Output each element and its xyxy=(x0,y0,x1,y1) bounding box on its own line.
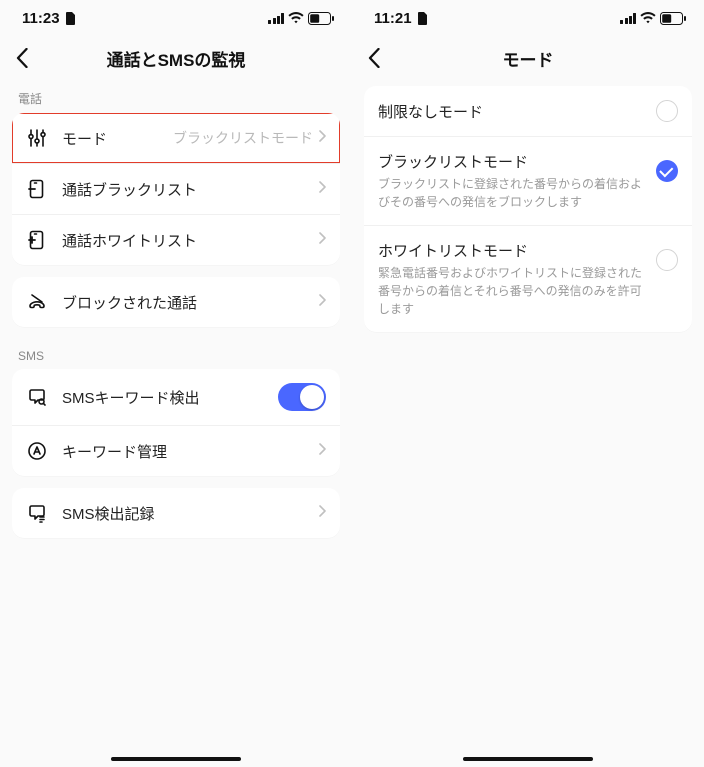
chevron-left-icon xyxy=(368,48,380,68)
home-indicator[interactable] xyxy=(463,757,593,761)
chevron-right-icon xyxy=(319,129,326,147)
chat-search-icon xyxy=(26,386,48,408)
battery-icon xyxy=(660,12,686,25)
content-area: 制限なしモード ブラックリストモード ブラックリストに登録された番号からの着信お… xyxy=(352,80,704,767)
chat-list-icon xyxy=(26,502,48,524)
sms-log-card: SMS検出記録 xyxy=(12,488,340,538)
back-button[interactable] xyxy=(352,36,396,80)
sms-settings-card: SMSキーワード検出 キーワード管理 xyxy=(12,369,340,476)
row-label: ブロックされた通話 xyxy=(62,292,319,313)
row-label: モード xyxy=(62,128,173,149)
back-button[interactable] xyxy=(0,36,44,80)
option-title: ホワイトリストモード xyxy=(378,240,646,261)
cellular-icon xyxy=(268,13,284,24)
option-whitelist[interactable]: ホワイトリストモード 緊急電話番号およびホワイトリストに登録された番号からの着信… xyxy=(364,225,692,332)
row-call-whitelist[interactable]: 通話ホワイトリスト xyxy=(12,214,340,265)
phone-minus-icon xyxy=(26,178,48,200)
phone-screen-right: 11:21 モード 制限なしモード xyxy=(352,0,704,767)
phone-plus-icon xyxy=(26,229,48,251)
radio-unchecked[interactable] xyxy=(656,100,678,122)
wifi-icon xyxy=(640,12,656,24)
status-time: 11:23 xyxy=(22,10,60,27)
page-title: モード xyxy=(352,46,704,71)
status-time: 11:21 xyxy=(374,10,412,27)
chevron-right-icon xyxy=(319,293,326,311)
phone-settings-card: モード ブラックリストモード 通話ブラックリスト 通話ホワイトリスト xyxy=(12,113,340,265)
row-label: SMSキーワード検出 xyxy=(62,387,278,408)
option-title: 制限なしモード xyxy=(378,101,646,122)
section-header-sms: SMS xyxy=(12,339,340,369)
sliders-icon xyxy=(26,127,48,149)
wifi-icon xyxy=(288,12,304,24)
chevron-right-icon xyxy=(319,231,326,249)
status-bar: 11:23 xyxy=(0,0,352,36)
status-bar: 11:21 xyxy=(352,0,704,36)
blocked-call-icon xyxy=(26,291,48,313)
row-blocked-calls[interactable]: ブロックされた通話 xyxy=(12,277,340,327)
row-label: キーワード管理 xyxy=(62,441,319,462)
chevron-left-icon xyxy=(16,48,28,68)
sim-icon xyxy=(66,12,76,25)
row-label: SMS検出記録 xyxy=(62,503,319,524)
radio-checked[interactable] xyxy=(656,160,678,182)
option-desc: 緊急電話番号およびホワイトリストに登録された番号からの着信とそれら番号への発信の… xyxy=(378,264,646,318)
blocked-calls-card: ブロックされた通話 xyxy=(12,277,340,327)
row-call-blacklist[interactable]: 通話ブラックリスト xyxy=(12,163,340,214)
content-area: 電話 モード ブラックリストモード 通話ブラックリスト xyxy=(0,80,352,767)
home-indicator[interactable] xyxy=(111,757,241,761)
radio-unchecked[interactable] xyxy=(656,249,678,271)
option-title: ブラックリストモード xyxy=(378,151,646,172)
option-desc: ブラックリストに登録された番号からの着信およびその番号への発信をブロックします xyxy=(378,175,646,211)
page-title: 通話とSMSの監視 xyxy=(0,46,352,71)
row-sms-log[interactable]: SMS検出記録 xyxy=(12,488,340,538)
phone-screen-left: 11:23 通話とSMSの監視 電話 モード xyxy=(0,0,352,767)
row-value: ブラックリストモード xyxy=(173,128,313,148)
status-indicators xyxy=(620,12,686,25)
mode-options-card: 制限なしモード ブラックリストモード ブラックリストに登録された番号からの着信お… xyxy=(364,86,692,332)
option-no-limit[interactable]: 制限なしモード xyxy=(364,86,692,136)
row-keyword-manage[interactable]: キーワード管理 xyxy=(12,425,340,476)
option-blacklist[interactable]: ブラックリストモード ブラックリストに登録された番号からの着信およびその番号への… xyxy=(364,136,692,225)
chevron-right-icon xyxy=(319,442,326,460)
battery-icon xyxy=(308,12,334,25)
nav-bar: 通話とSMSの監視 xyxy=(0,36,352,80)
chevron-right-icon xyxy=(319,504,326,522)
row-sms-keyword-detect: SMSキーワード検出 xyxy=(12,369,340,425)
section-header-phone: 電話 xyxy=(12,80,340,113)
row-label: 通話ブラックリスト xyxy=(62,179,319,200)
cellular-icon xyxy=(620,13,636,24)
toggle-sms-keyword[interactable] xyxy=(278,383,326,411)
row-mode[interactable]: モード ブラックリストモード xyxy=(12,113,340,163)
nav-bar: モード xyxy=(352,36,704,80)
status-indicators xyxy=(268,12,334,25)
chevron-right-icon xyxy=(319,180,326,198)
keyword-icon xyxy=(26,440,48,462)
row-label: 通話ホワイトリスト xyxy=(62,230,319,251)
sim-icon xyxy=(418,12,428,25)
